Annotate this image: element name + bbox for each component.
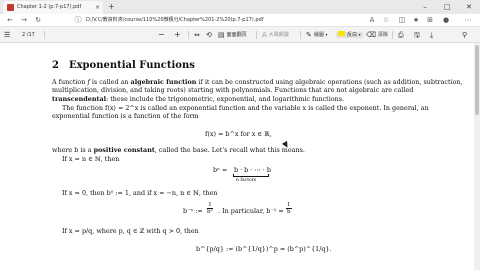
new-tab-button[interactable]: + [108,1,115,12]
read-aloud-button[interactable]: A 大聲朗讀 [262,27,289,43]
contents-icon[interactable]: ☰ [4,27,10,43]
case-natural: If x = n ∈ ℕ, then [62,155,120,163]
page-view-button[interactable]: ▤ 面面翻頁 [218,27,247,43]
print-icon[interactable]: ⎙ [398,27,404,43]
refresh-icon[interactable]: ↻ [32,14,44,27]
equation-power-underbrace-label: n factors [236,178,257,183]
divider [392,31,393,39]
maximize-button[interactable]: □ [436,0,458,14]
scrollbar-thumb[interactable] [475,45,479,115]
vertical-scrollbar[interactable] [474,43,480,270]
section-number: 2 [52,60,59,71]
erase-label: 清除 [377,32,388,38]
tab-close-icon[interactable]: × [95,2,100,13]
forward-icon[interactable]: → [18,14,30,27]
save-icon[interactable]: 🖫 [414,27,420,43]
read-aloud-icon: A [262,31,267,39]
highlight-label: 反白 [347,32,358,38]
page-total: /17 [26,32,35,38]
equation-exponential-form: f(x) = b^x for x ∈ ℝ, [205,130,272,138]
case-zero-negative: If x = 0, then b⁰ := 1, and if x = −n, n… [62,189,218,197]
divider [256,31,257,39]
favorites-icon[interactable]: ★ [410,14,422,27]
page-view-icon: ▤ [218,31,225,39]
read-aloud-label: 大聲朗讀 [268,32,289,38]
page-view-label: 面面翻頁 [226,32,247,38]
split-screen-icon[interactable]: ◫ [396,14,408,27]
favorite-star-icon[interactable]: ☆ [380,14,392,27]
equation-rational: b^{p/q} := (b^{1/q})^p = (b^p)^{1/q}. [196,245,332,253]
zoom-out-button[interactable]: − [158,27,165,43]
collections-icon[interactable]: ⊞ [424,14,436,27]
section-heading: 2 Exponential Functions [52,60,195,71]
equation-power-rhs: b · b · ⋯ · b [234,166,271,174]
equation-negative-lhs: b⁻ⁿ := [183,207,203,215]
highlight-color-swatch [338,31,345,36]
read-aloud-small-icon[interactable]: A [366,14,378,27]
case-rational: If x = p/q, where p, q ∈ ℤ with q > 0, t… [62,227,199,235]
pdf-toolbar: ☰ 2 /17 − + ⇔ ⟲ ▤ 面面翻頁 A 大聲朗讀 ✎ 繪圖 ▾ 反白 ▾ ⌫… [0,27,480,43]
file-info-icon[interactable]: ⓘ [72,14,84,27]
close-window-button[interactable]: ✕ [458,0,480,14]
minimize-button[interactable]: – [414,0,436,14]
pdf-icon [7,4,14,11]
rotate-icon[interactable]: ⟲ [206,27,214,43]
profile-icon[interactable]: ● [440,14,452,27]
pen-icon: ✎ [306,31,312,39]
divider [44,31,45,39]
pin-toolbar-icon[interactable]: ⚲ [462,27,467,43]
eraser-icon: ⌫ [366,31,376,39]
section-title: Exponential Functions [68,60,195,71]
address-bar: ← → ↻ ⓘ D:/V.C/教資料夾/course/110%20微積分/Cha… [0,14,480,27]
draw-button[interactable]: ✎ 繪圖 ▾ [306,27,328,43]
divider [188,31,189,39]
erase-button[interactable]: ⌫ 清除 [366,27,388,43]
browser-tab[interactable]: Chapter 1-2 (p.7-p17).pdf × [3,1,103,14]
zoom-in-button[interactable]: + [174,27,181,43]
pdf-page: 2 Exponential Functions A function f is c… [0,43,480,270]
equation-negative-fraction-2: 1b [286,202,292,215]
equation-power-lhs: bⁿ = [213,166,228,174]
save-as-icon[interactable]: ⤓ [430,27,433,43]
page-number-input[interactable]: 2 /17 [22,27,35,43]
draw-label: 繪圖 [313,32,324,38]
back-icon[interactable]: ← [4,14,16,27]
tab-title: Chapter 1-2 (p.7-p17).pdf [17,4,82,10]
fit-page-icon[interactable]: ⇔ [194,27,202,43]
url-field[interactable]: D:/V.C/教資料夾/course/110%20微積分/Chapter%201… [86,14,263,27]
paragraph-algebraic: A function f is called an algebraic func… [52,78,463,103]
paragraph-exponential: The function f(x) = 2^x is called an exp… [52,104,429,121]
page-current[interactable]: 2 [22,32,25,38]
more-menu-icon[interactable]: ⋯ [462,14,474,27]
title-bar: Chapter 1-2 (p.7-p17).pdf × + – □ ✕ [0,0,480,14]
equation-negative-fraction: 1 bⁿ [207,202,213,215]
divider [300,31,301,39]
paragraph-base: where b is a positive constant, called t… [52,146,305,154]
equation-negative-particular: . In particular, b⁻¹ = [218,207,284,215]
highlight-button[interactable]: 反白 ▾ [336,27,363,43]
underbrace [233,174,269,177]
